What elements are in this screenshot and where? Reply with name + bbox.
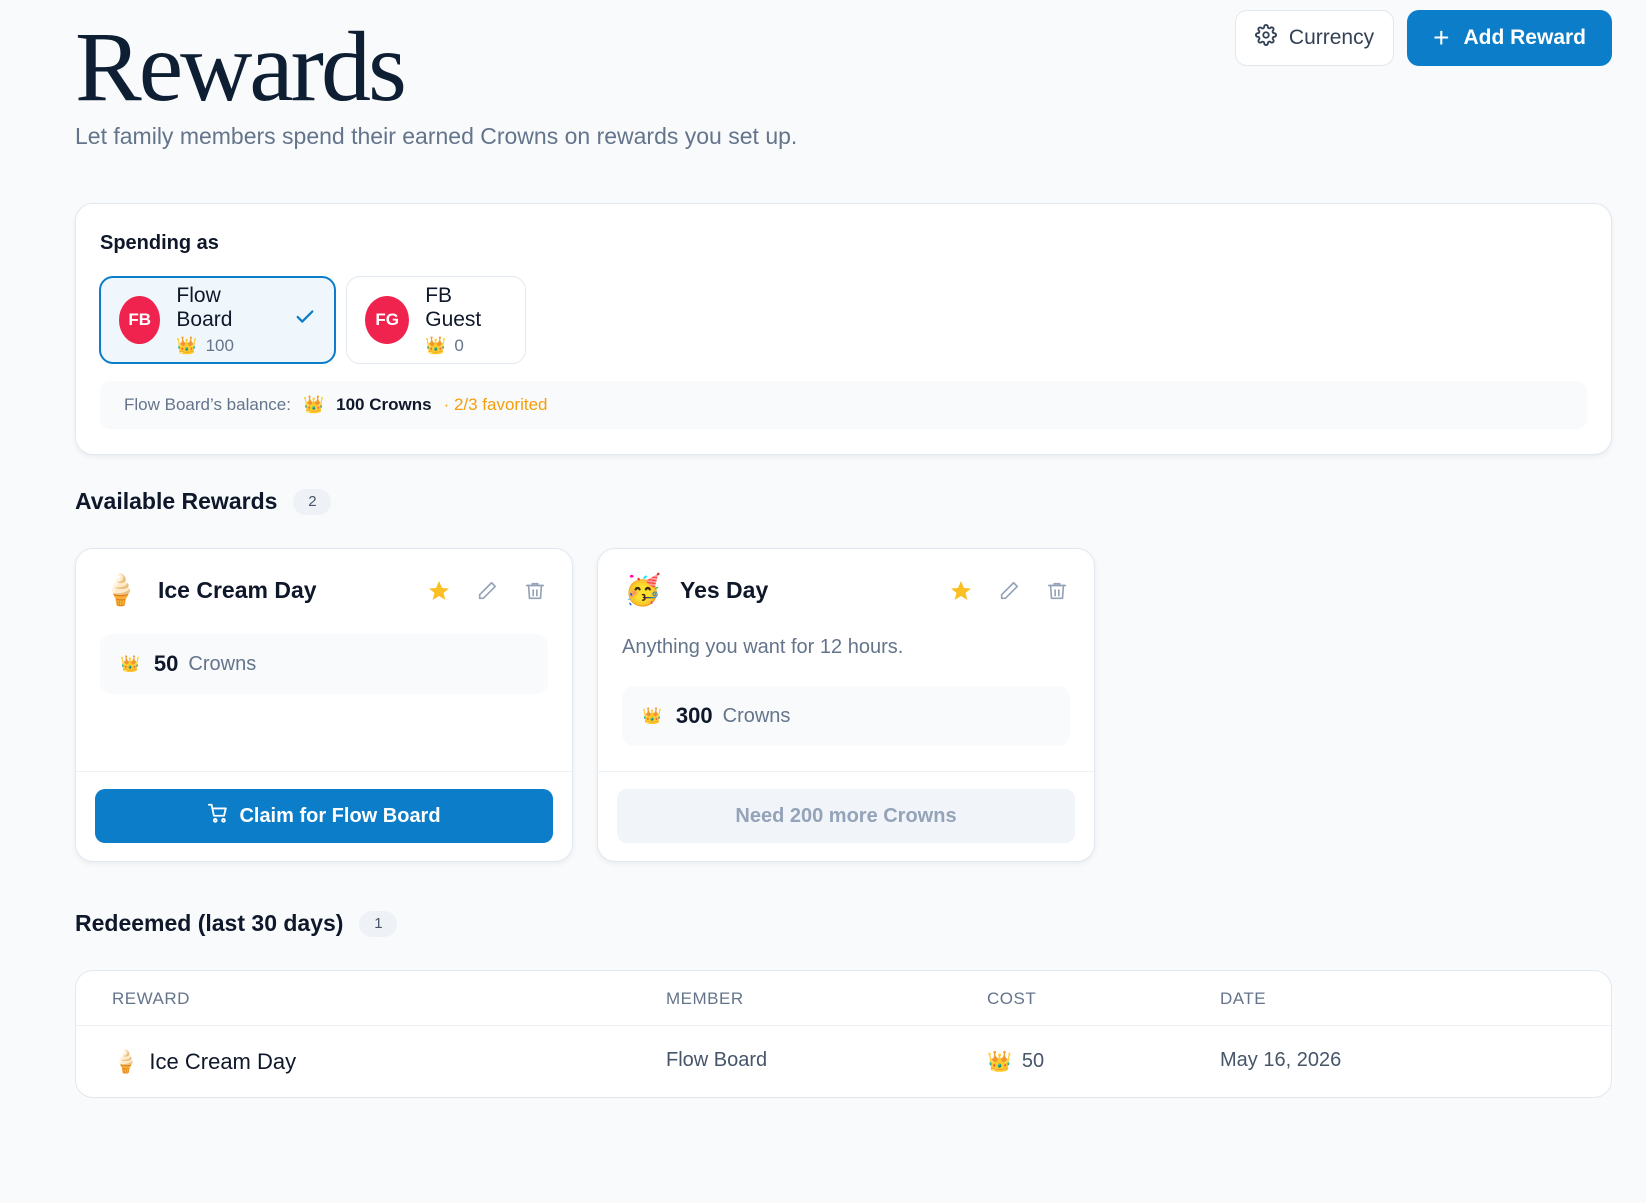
crown-icon: 👑	[120, 656, 140, 673]
claim-button-label: Claim for Flow Board	[239, 804, 441, 827]
member-chip-fb-guest[interactable]: FG FB Guest 👑 0	[346, 276, 526, 364]
balance-label: Flow Board’s balance:	[124, 395, 291, 414]
table-header: REWARD MEMBER COST DATE	[76, 971, 1611, 1026]
reward-cell-name: Ice Cream Day	[149, 1049, 297, 1074]
pencil-icon[interactable]	[474, 578, 500, 604]
cost-box: 👑 50 Crowns	[100, 634, 548, 694]
spending-as-card: Spending as FB Flow Board 👑 100 FG FB Gu…	[75, 203, 1612, 455]
plus-icon: +	[1433, 22, 1450, 53]
need-more-crowns-button: Need 200 more Crowns	[617, 789, 1075, 843]
section-title: Redeemed (last 30 days)	[75, 910, 344, 936]
star-icon[interactable]	[948, 578, 974, 604]
rewards-page: Rewards Let family members spend their e…	[0, 0, 1646, 1203]
check-icon	[294, 306, 316, 335]
gear-icon	[1254, 24, 1277, 52]
cost-cell-value: 50	[1021, 1050, 1045, 1072]
star-icon[interactable]	[426, 578, 452, 604]
crown-icon: 👑	[642, 708, 662, 725]
cart-icon	[207, 802, 229, 830]
currency-button-label: Currency	[1288, 26, 1375, 49]
column-header-member: MEMBER	[666, 989, 744, 1008]
add-reward-button[interactable]: + Add Reward	[1407, 10, 1612, 66]
balance-value: 100 Crowns	[336, 395, 432, 414]
cost-cell: 👑 50	[987, 1049, 1044, 1074]
page-subtitle: Let family members spend their earned Cr…	[75, 123, 798, 149]
reward-name: Yes Day	[680, 577, 769, 603]
crown-icon: 👑	[425, 336, 447, 355]
party-face-icon: 🥳	[624, 574, 662, 607]
balance-bar: Flow Board’s balance: 👑 100 Crowns · 2/3…	[100, 381, 1587, 429]
redeemed-table: REWARD MEMBER COST DATE 🍦 Ice Cream Day …	[75, 970, 1612, 1098]
member-balance-value: 0	[454, 336, 464, 355]
reward-name: Ice Cream Day	[158, 577, 317, 603]
cost-value: 50	[153, 651, 179, 676]
divider	[598, 771, 1094, 772]
trash-icon[interactable]	[522, 578, 548, 604]
column-header-reward: REWARD	[112, 989, 190, 1008]
avatar: FB	[119, 296, 161, 344]
available-rewards-heading: Available Rewards 2	[75, 488, 332, 515]
ice-cream-icon: 🍦	[102, 574, 140, 607]
table-row: 🍦 Ice Cream Day Flow Board 👑 50 May 16, …	[76, 1027, 1611, 1097]
claim-button[interactable]: Claim for Flow Board	[95, 789, 553, 843]
member-name: Flow Board	[176, 284, 233, 331]
member-cell: Flow Board	[666, 1049, 768, 1071]
header-actions: Currency + Add Reward	[1234, 10, 1612, 66]
member-chip-flow-board[interactable]: FB Flow Board 👑 100	[99, 276, 336, 364]
avatar: FG	[365, 296, 410, 344]
divider	[76, 771, 572, 772]
reward-description: Anything you want for 12 hours.	[622, 636, 904, 658]
cost-value: 300	[675, 703, 713, 728]
crown-icon: 👑	[302, 395, 325, 414]
pencil-icon[interactable]	[996, 578, 1022, 604]
cost-box: 👑 300 Crowns	[622, 686, 1070, 746]
member-name: FB Guest	[425, 284, 482, 331]
crown-icon: 👑	[176, 336, 198, 355]
reward-cell: 🍦 Ice Cream Day	[112, 1049, 296, 1075]
reward-card-ice-cream-day: 🍦 Ice Cream Day 👑 50 Crowns Claim for Fl…	[75, 548, 573, 862]
section-title: Available Rewards	[75, 488, 278, 514]
cost-unit: Crowns	[722, 704, 791, 727]
page-title: Rewards	[75, 11, 407, 122]
ice-cream-icon: 🍦	[112, 1049, 140, 1074]
cost-unit: Crowns	[188, 652, 257, 675]
count-badge: 1	[359, 910, 398, 937]
trash-icon[interactable]	[1044, 578, 1070, 604]
reward-card-yes-day: 🥳 Yes Day Anything you want for 12 hours…	[597, 548, 1095, 862]
currency-button[interactable]: Currency	[1234, 10, 1395, 66]
column-header-date: DATE	[1220, 989, 1267, 1008]
column-header-cost: COST	[987, 989, 1037, 1008]
redeemed-heading: Redeemed (last 30 days) 1	[75, 910, 398, 937]
member-balance: 👑 0	[425, 336, 507, 356]
member-balance-value: 100	[205, 336, 234, 355]
date-cell: May 16, 2026	[1220, 1049, 1342, 1071]
member-balance: 👑 100	[176, 336, 268, 356]
favorited-count: · 2/3 favorited	[443, 395, 548, 414]
spending-as-label: Spending as	[100, 232, 219, 254]
count-badge: 2	[293, 488, 332, 515]
add-reward-label: Add Reward	[1463, 26, 1586, 49]
crown-icon: 👑	[987, 1051, 1012, 1073]
